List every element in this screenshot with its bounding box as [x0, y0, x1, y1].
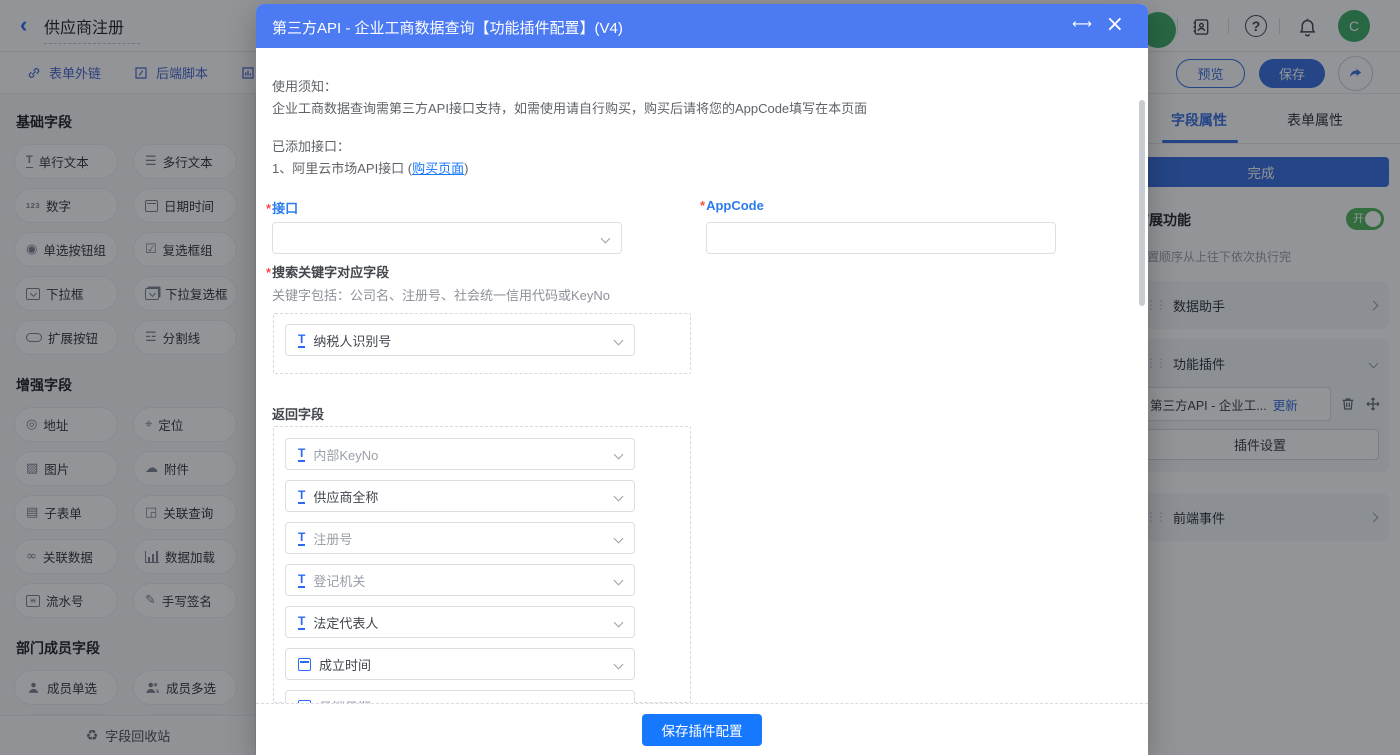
text-field-icon: T — [298, 333, 305, 348]
chevron-down-icon — [614, 449, 624, 459]
notice-title: 使用须知： — [272, 76, 337, 95]
return-field-select-吊销日期[interactable]: 吊销日期 — [285, 690, 635, 703]
added-api-text-suffix: ) — [464, 161, 468, 176]
return-fields-label: 返回字段 — [272, 404, 324, 423]
chevron-down-icon — [601, 233, 611, 243]
text-field-icon: T — [298, 531, 305, 546]
return-field-value: 登记机关 — [313, 571, 365, 590]
return-field-select-供应商全称[interactable]: T 供应商全称 — [285, 480, 635, 512]
chevron-down-icon — [614, 491, 624, 501]
required-asterisk: * — [700, 198, 705, 213]
appcode-input[interactable] — [706, 222, 1056, 254]
app: ‹ 供应商注册 ? C 表单外链后端脚本 基础字段T单行文本☰多行文本12 — [0, 0, 1400, 755]
date-field-icon — [298, 658, 311, 671]
added-api-text: 1、阿里云市场API接口 ( — [272, 161, 412, 176]
keyword-field-select[interactable]: T 纳税人识别号 — [285, 324, 635, 356]
return-field-value: 法定代表人 — [313, 613, 378, 632]
return-field-select-登记机关[interactable]: T 登记机关 — [285, 564, 635, 596]
return-field-select-内部KeyNo[interactable]: T 内部KeyNo — [285, 438, 635, 470]
modal-body: 使用须知： 企业工商数据查询需第三方API接口支持，如需使用请自行购买，购买后请… — [256, 48, 1148, 703]
text-field-icon: T — [298, 489, 305, 504]
chevron-down-icon — [614, 575, 624, 585]
keyword-hint: 关键字包括：公司名、注册号、社会统一信用代码或KeyNo — [272, 285, 610, 304]
modal-header: 第三方API - 企业工商数据查询【功能插件配置】(V4) ←→ × — [256, 4, 1148, 48]
return-field-select-注册号[interactable]: T 注册号 — [285, 522, 635, 554]
return-field-select-法定代表人[interactable]: T 法定代表人 — [285, 606, 635, 638]
chevron-down-icon — [614, 659, 624, 669]
appcode-field-label: *AppCode — [700, 198, 764, 213]
save-plugin-config-button[interactable]: 保存插件配置 — [642, 714, 762, 746]
added-api-title: 已添加接口： — [272, 136, 350, 155]
api-select[interactable] — [272, 222, 622, 254]
modal-scrollbar[interactable] — [1139, 100, 1145, 306]
modal-footer: 保存插件配置 — [256, 703, 1148, 755]
plugin-config-modal: 第三方API - 企业工商数据查询【功能插件配置】(V4) ←→ × 使用须知：… — [256, 4, 1148, 755]
return-field-value: 注册号 — [313, 529, 352, 548]
return-field-select-成立时间[interactable]: 成立时间 — [285, 648, 635, 680]
text-field-icon: T — [298, 447, 305, 462]
text-field-icon: T — [298, 615, 305, 630]
resize-icon[interactable]: ←→ — [1072, 17, 1090, 32]
return-field-value: 内部KeyNo — [313, 445, 378, 464]
required-asterisk: * — [266, 265, 271, 280]
notice-body: 企业工商数据查询需第三方API接口支持，如需使用请自行购买，购买后请将您的App… — [272, 98, 867, 117]
return-field-value: 供应商全称 — [313, 487, 378, 506]
keyword-field-value: 纳税人识别号 — [313, 331, 391, 350]
purchase-page-link[interactable]: 购买页面 — [412, 161, 464, 176]
required-asterisk: * — [266, 201, 271, 216]
chevron-down-icon — [614, 335, 624, 345]
added-api-item: 1、阿里云市场API接口 (购买页面) — [272, 158, 468, 177]
modal-title: 第三方API - 企业工商数据查询【功能插件配置】(V4) — [272, 17, 623, 38]
chevron-down-icon — [614, 533, 624, 543]
text-field-icon: T — [298, 573, 305, 588]
keyword-field-label: *搜索关键字对应字段 — [266, 262, 389, 281]
close-icon[interactable]: × — [1106, 12, 1124, 38]
return-field-value: 成立时间 — [319, 655, 371, 674]
api-field-label: *接口 — [266, 198, 298, 217]
chevron-down-icon — [614, 617, 624, 627]
